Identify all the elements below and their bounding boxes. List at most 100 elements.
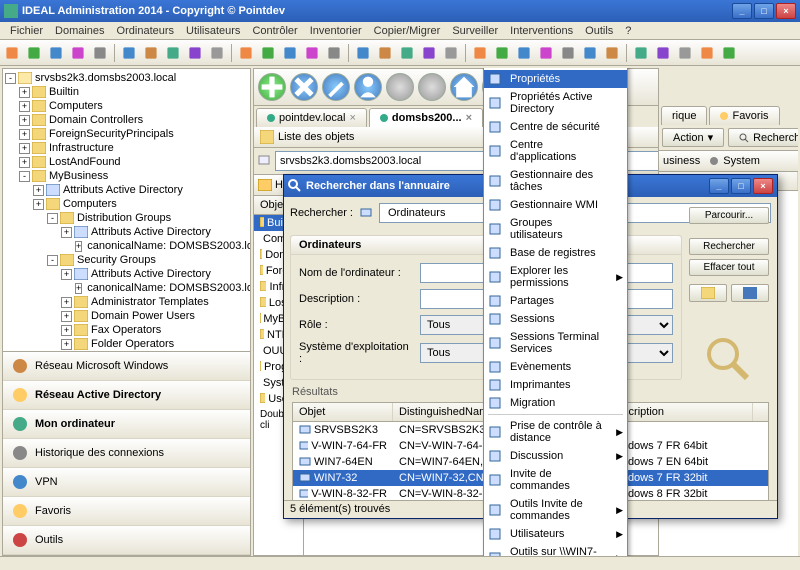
menu-item[interactable]: Invite de commandes — [484, 465, 627, 495]
nav-historique-des-connexions[interactable]: Historique des connexions — [3, 439, 250, 468]
open-button[interactable] — [689, 284, 727, 302]
dlg-minimize[interactable]: _ — [709, 178, 729, 194]
menu-item[interactable]: Evènements — [484, 358, 627, 376]
tool-13[interactable] — [302, 43, 322, 63]
menu-item[interactable]: Outils sur \\WIN7-32▶ — [484, 543, 627, 556]
tree-item[interactable]: +Domain Controllers — [5, 113, 248, 127]
menu-item[interactable]: Propriétés — [484, 70, 627, 88]
tool-19[interactable] — [441, 43, 461, 63]
menu-item[interactable]: Centre d'applications — [484, 136, 627, 166]
tree-item[interactable]: +canonicalName: DOMSBS2003.local/M — [5, 281, 248, 295]
results-col[interactable]: Objet — [293, 403, 393, 421]
bc-business[interactable]: usiness — [663, 155, 700, 167]
tree-item[interactable]: +LostAndFound — [5, 155, 248, 169]
menu-item[interactable]: Utilisateurs▶ — [484, 525, 627, 543]
menu-inventorier[interactable]: Inventorier — [304, 23, 368, 39]
tool-31[interactable] — [719, 43, 739, 63]
menu-item[interactable]: Base de registres — [484, 244, 627, 262]
menu-item[interactable]: Partages — [484, 292, 627, 310]
tool-6[interactable] — [141, 43, 161, 63]
tree-item[interactable]: +Infrastructure — [5, 141, 248, 155]
tree-item[interactable]: +Folder Operators — [5, 337, 248, 351]
tab-favoris[interactable]: Favoris — [709, 106, 779, 125]
tree-item[interactable]: +Computers — [5, 197, 248, 211]
tree-item[interactable]: -Security Groups — [5, 253, 248, 267]
menu-item[interactable]: Explorer les permissions▶ — [484, 262, 627, 292]
tool-7[interactable] — [163, 43, 183, 63]
tree-root[interactable]: -srvsbs2k3.domsbs2003.local — [5, 71, 248, 85]
tool-8[interactable] — [185, 43, 205, 63]
dlg-maximize[interactable]: □ — [731, 178, 751, 194]
menu-item[interactable]: Sessions Terminal Services — [484, 328, 627, 358]
tool-16[interactable] — [375, 43, 395, 63]
menu-ordinateurs[interactable]: Ordinateurs — [111, 23, 180, 39]
disc2-button[interactable] — [418, 73, 446, 101]
tree-item[interactable]: -MyBusiness — [5, 169, 248, 183]
nav-vpn[interactable]: VPN — [3, 468, 250, 497]
nav-favoris[interactable]: Favoris — [3, 497, 250, 526]
tool-29[interactable] — [675, 43, 695, 63]
menu-copier/migrer[interactable]: Copier/Migrer — [368, 23, 447, 39]
nav-outils[interactable]: Outils — [3, 526, 250, 555]
tool-15[interactable] — [353, 43, 373, 63]
tool-1[interactable] — [24, 43, 44, 63]
tool-18[interactable] — [419, 43, 439, 63]
tree-item[interactable]: +Fax Operators — [5, 323, 248, 337]
nav-réseau-active-directory[interactable]: Réseau Active Directory — [3, 381, 250, 410]
tab-pointdev.local[interactable]: pointdev.local× — [256, 108, 367, 127]
menu-item[interactable]: Migration — [484, 394, 627, 412]
browse-button[interactable]: Parcourir... — [689, 207, 769, 224]
tree-item[interactable]: +Attributs Active Directory — [5, 225, 248, 239]
tree-item[interactable]: +Computers — [5, 99, 248, 113]
tree-item[interactable]: +canonicalName: DOMSBS2003.local/M — [5, 239, 248, 253]
menu-item[interactable]: Propriétés Active Directory — [484, 88, 627, 118]
tool-28[interactable] — [653, 43, 673, 63]
do-search-button[interactable]: Rechercher — [689, 238, 769, 255]
tab-domsbs200...[interactable]: domsbs200...× — [369, 108, 483, 127]
tree-item[interactable]: +Attributs Active Directory — [5, 183, 248, 197]
close-button[interactable]: × — [776, 3, 796, 19]
tree-item[interactable]: -Distribution Groups — [5, 211, 248, 225]
edit-button[interactable] — [322, 73, 350, 101]
tool-21[interactable] — [492, 43, 512, 63]
menu-outils[interactable]: Outils — [579, 23, 619, 39]
menu-interventions[interactable]: Interventions — [504, 23, 579, 39]
menu-fichier[interactable]: Fichier — [4, 23, 49, 39]
add-button[interactable] — [258, 73, 286, 101]
save-button[interactable] — [731, 284, 769, 302]
domain-tree[interactable]: -srvsbs2k3.domsbs2003.local+Builtin+Comp… — [3, 69, 250, 351]
menu-contrôler[interactable]: Contrôler — [246, 23, 303, 39]
menu-item[interactable]: Gestionnaire des tâches — [484, 166, 627, 196]
tool-5[interactable] — [119, 43, 139, 63]
tool-0[interactable] — [2, 43, 22, 63]
menu-item[interactable]: Discussion▶ — [484, 447, 627, 465]
menu-?[interactable]: ? — [619, 23, 637, 39]
disc1-button[interactable] — [386, 73, 414, 101]
bc-system[interactable]: System — [708, 155, 760, 167]
tool-27[interactable] — [631, 43, 651, 63]
tool-25[interactable] — [580, 43, 600, 63]
nav-mon-ordinateur[interactable]: Mon ordinateur — [3, 410, 250, 439]
tool-11[interactable] — [258, 43, 278, 63]
action-button[interactable]: Action ▾ — [662, 128, 724, 147]
menu-utilisateurs[interactable]: Utilisateurs — [180, 23, 246, 39]
minimize-button[interactable]: _ — [732, 3, 752, 19]
menu-item[interactable]: Imprimantes — [484, 376, 627, 394]
tab-rique[interactable]: rique — [661, 106, 707, 125]
tool-14[interactable] — [324, 43, 344, 63]
home-button[interactable] — [450, 73, 478, 101]
menu-item[interactable]: Outils Invite de commandes▶ — [484, 495, 627, 525]
delete-button[interactable] — [290, 73, 318, 101]
tool-17[interactable] — [397, 43, 417, 63]
tool-10[interactable] — [236, 43, 256, 63]
tree-item[interactable]: +Builtin — [5, 85, 248, 99]
tool-4[interactable] — [90, 43, 110, 63]
menu-item[interactable]: Sessions — [484, 310, 627, 328]
search-button[interactable]: Rechercher ▾ — [728, 128, 798, 147]
clear-all-button[interactable]: Effacer tout — [689, 259, 769, 276]
menu-surveiller[interactable]: Surveiller — [446, 23, 504, 39]
menu-item[interactable]: Groupes utilisateurs — [484, 214, 627, 244]
tool-30[interactable] — [697, 43, 717, 63]
menu-item[interactable]: Gestionnaire WMI — [484, 196, 627, 214]
users-button[interactable] — [354, 73, 382, 101]
